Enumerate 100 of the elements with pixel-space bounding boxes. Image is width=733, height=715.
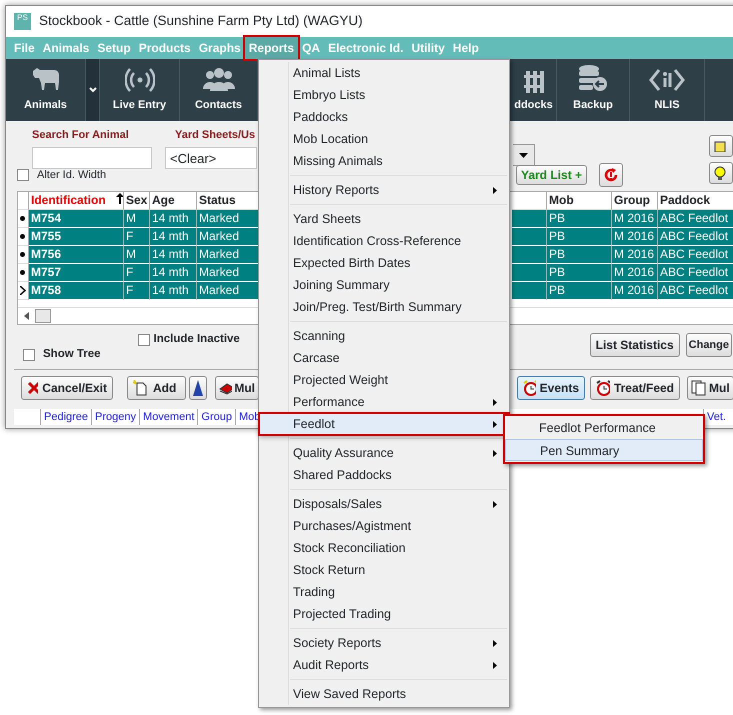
- toolbar-button[interactable]: Backup: [557, 59, 630, 121]
- table-cell: [512, 246, 547, 264]
- table-cell: M757: [29, 264, 124, 282]
- menu-item[interactable]: History Reports: [259, 179, 509, 201]
- table-cell: 14 mth: [150, 228, 197, 246]
- alarm-clock-icon: [523, 380, 536, 396]
- table-cell: M 2016: [612, 264, 658, 282]
- column-header[interactable]: Sex: [124, 192, 150, 210]
- menu-item[interactable]: Disposals/Sales: [259, 493, 509, 515]
- menu-item[interactable]: Society Reports: [259, 632, 509, 654]
- checkbox[interactable]: [17, 169, 29, 181]
- menu-item[interactable]: Stock Return: [259, 559, 509, 581]
- checkbox[interactable]: [23, 348, 35, 361]
- table-cell: M756: [29, 246, 124, 264]
- filter-dropdown[interactable]: [513, 144, 535, 166]
- hint-button[interactable]: [709, 162, 733, 184]
- column-header[interactable]: Identification: [31, 193, 106, 207]
- tab-link[interactable]: Pedigree: [40, 408, 92, 426]
- toolbar-button[interactable]: Live Entry: [100, 59, 180, 121]
- action-button[interactable]: Cancel/Exit: [21, 376, 113, 400]
- close-icon: [27, 381, 38, 395]
- tab-link[interactable]: Group: [197, 408, 235, 426]
- action-button[interactable]: Mul: [687, 376, 733, 400]
- tab-link[interactable]: Movement: [139, 408, 198, 426]
- menu-item[interactable]: Shared Paddocks: [259, 464, 509, 486]
- table-cell: ABC Feedlot: [658, 246, 733, 264]
- table-cell: PB: [547, 228, 612, 246]
- caret-icon: [519, 152, 528, 158]
- toolbar-button[interactable]: NLIS: [630, 59, 705, 121]
- table-cell: Marked: [197, 264, 259, 282]
- scroll-left-icon[interactable]: [24, 312, 29, 320]
- menu-item[interactable]: Join/Preg. Test/Birth Summary: [259, 296, 509, 318]
- table-cell: PB: [547, 282, 612, 300]
- column-header[interactable]: Age: [150, 192, 197, 210]
- new-document-icon: [133, 380, 149, 396]
- search-field[interactable]: [32, 146, 152, 168]
- menu-item[interactable]: View Saved Reports: [259, 683, 509, 705]
- sort-arrow-icon: [116, 193, 123, 204]
- table-cell: M: [124, 246, 150, 264]
- list-button[interactable]: List Statistics: [590, 333, 680, 357]
- table-cell: F: [124, 282, 150, 300]
- action-button[interactable]: Treat/Feed: [590, 376, 680, 400]
- checkbox[interactable]: [138, 334, 150, 346]
- menu-item[interactable]: Feedlot: [259, 413, 509, 435]
- list-button[interactable]: Change: [686, 333, 732, 357]
- menu-item[interactable]: Purchases/Agistment: [259, 515, 509, 537]
- table-cell: ABC Feedlot: [658, 228, 733, 246]
- column-header[interactable]: Paddock: [658, 192, 733, 210]
- menu-item[interactable]: Missing Animals: [259, 150, 509, 172]
- menu-item[interactable]: Identification Cross-Reference: [259, 230, 509, 252]
- alarm-clock-icon: [596, 380, 610, 396]
- yard-sheets-dropdown[interactable]: <Clear>: [165, 146, 257, 168]
- menu-item[interactable]: Projected Trading: [259, 603, 509, 625]
- table-cell: [512, 210, 547, 228]
- menu-item[interactable]: Carcase: [259, 347, 509, 369]
- column-header[interactable]: Mob: [547, 192, 612, 210]
- clipboard-button[interactable]: [709, 135, 733, 157]
- menu-item[interactable]: Pen Summary: [505, 439, 703, 461]
- yard-list-button[interactable]: Yard List +: [516, 165, 588, 185]
- menu-item[interactable]: Embryo Lists: [259, 84, 509, 106]
- toolbar-button[interactable]: ddocks: [511, 59, 557, 121]
- menu-item[interactable]: Animal Lists: [259, 62, 509, 84]
- scrollbar-thumb[interactable]: [35, 308, 51, 322]
- menu-item[interactable]: Mob Location: [259, 128, 509, 150]
- action-button[interactable]: Events: [517, 376, 585, 400]
- dropdown-button[interactable]: [86, 59, 100, 121]
- table-cell: ABC Feedlot: [658, 210, 733, 228]
- menu-item[interactable]: Stock Reconciliation: [259, 537, 509, 559]
- column-header[interactable]: Group: [612, 192, 658, 210]
- menu-item[interactable]: Projected Weight: [259, 369, 509, 391]
- table-cell: M 2016: [612, 282, 658, 300]
- table-cell: M758: [29, 282, 124, 300]
- menu-item[interactable]: Joining Summary: [259, 274, 509, 296]
- action-button[interactable]: Mul: [215, 376, 259, 400]
- table-cell: [512, 264, 547, 282]
- chevron-down-icon: [88, 87, 96, 93]
- menu-item[interactable]: Yard Sheets: [259, 208, 509, 230]
- table-cell: PB: [547, 264, 612, 282]
- id-chevron-icon: [649, 66, 685, 92]
- wireless-signal-icon: [124, 66, 154, 92]
- tab-link[interactable]: Progeny: [91, 408, 140, 426]
- menu-item[interactable]: Paddocks: [259, 106, 509, 128]
- table-cell: M755: [29, 228, 124, 246]
- table-cell: Marked: [197, 282, 259, 300]
- refresh-button[interactable]: [599, 163, 624, 187]
- table-cell: M: [124, 210, 150, 228]
- checkbox-label: Alter Id. Width: [37, 168, 106, 183]
- wizard-button[interactable]: [189, 376, 207, 400]
- menu-item[interactable]: Expected Birth Dates: [259, 252, 509, 274]
- table-cell: M 2016: [612, 210, 658, 228]
- table-cell: [512, 228, 547, 246]
- table-cell: M 2016: [612, 246, 658, 264]
- table-cell: [512, 282, 547, 300]
- action-button[interactable]: Add: [127, 376, 186, 400]
- menu-item[interactable]: Audit Reports: [259, 654, 509, 676]
- table-cell: ABC Feedlot: [658, 264, 733, 282]
- menu-item[interactable]: Trading: [259, 581, 509, 603]
- table-cell: M754: [29, 210, 124, 228]
- table-cell: Marked: [197, 210, 259, 228]
- menu-item[interactable]: Scanning: [259, 325, 509, 347]
